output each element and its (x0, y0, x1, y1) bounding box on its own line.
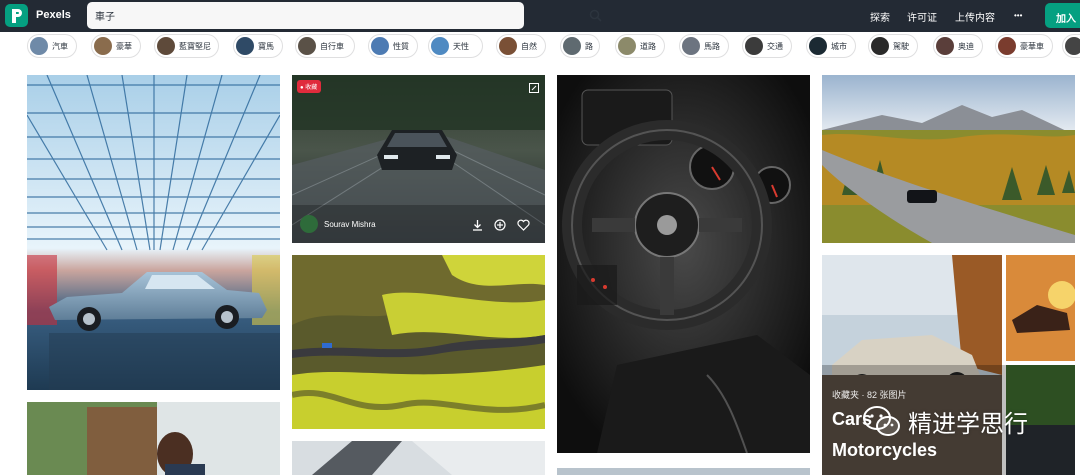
chip-label: 路 (585, 42, 593, 51)
chip-label: 豪華車 (1020, 42, 1044, 51)
chip-label: 道路 (640, 42, 656, 51)
download-icon[interactable] (472, 219, 483, 231)
collect-badge[interactable]: ● 收藏 (297, 80, 322, 93)
pexels-logo-icon (11, 8, 22, 23)
search-icon[interactable] (589, 9, 602, 22)
photo-car-interior-2-image (292, 441, 545, 475)
chip-thumbnail (871, 37, 889, 55)
more-menu-button[interactable]: ••• (1014, 11, 1022, 20)
chip-thumbnail (431, 37, 449, 55)
chip-thumbnail (809, 37, 827, 55)
photo-ceiling-car[interactable] (27, 75, 280, 390)
search-chip[interactable]: 藍寶堅尼 (154, 34, 219, 58)
chip-thumbnail (682, 37, 700, 55)
chip-thumbnail (1065, 37, 1080, 55)
chip-thumbnail (371, 37, 389, 55)
search-chip[interactable]: 性質 (368, 34, 418, 58)
chip-label: 駕駛 (893, 42, 909, 51)
chip-label: 馬路 (704, 42, 720, 51)
search-chip[interactable]: 馬路 (679, 34, 729, 58)
collect-badge-label: 收藏 (305, 85, 318, 91)
photo-aerial-road-forest-image (292, 255, 545, 429)
photo-ceiling-car-image (27, 75, 280, 390)
collection-meta: 收藏夹 · 82 张图片 (832, 390, 907, 400)
chip-label: 藍寶堅尼 (179, 42, 211, 51)
search-chip[interactable]: 寶馬 (233, 34, 283, 58)
watermark: 精进学思行 (862, 404, 1028, 439)
expand-icon[interactable] (529, 83, 539, 93)
chip-label: 城市 (831, 42, 847, 51)
logo-text[interactable]: Pexels (36, 9, 71, 21)
chip-thumbnail (157, 37, 175, 55)
photo-bottom-col3-image (557, 468, 810, 475)
search-chip[interactable]: 奥迪 (933, 34, 983, 58)
search-chip[interactable]: 自然 (496, 34, 546, 58)
chip-thumbnail (618, 37, 636, 55)
collection-cars-motorcycles[interactable]: 收藏夹 · 82 张图片 Cars Motorcycles (822, 255, 1075, 475)
chip-label: 寶馬 (258, 42, 274, 51)
search-chip[interactable]: 汽車 (27, 34, 77, 58)
search-chip[interactable]: 交通 (742, 34, 792, 58)
chip-thumbnail (499, 37, 517, 55)
photographer-avatar[interactable] (300, 215, 318, 233)
search-chip[interactable]: 城市 (806, 34, 856, 58)
search-chip[interactable] (1062, 34, 1080, 58)
add-to-collection-icon[interactable] (494, 219, 506, 231)
chip-label: 自行車 (320, 42, 344, 51)
pinterest-icon: ● (300, 85, 304, 91)
search-chip[interactable]: 路 (560, 34, 600, 58)
search-chip[interactable]: 駕駛 (868, 34, 918, 58)
chip-label: 天性 (453, 42, 469, 51)
search-chip[interactable]: 自行車 (295, 34, 355, 58)
search-input[interactable] (95, 7, 495, 24)
photo-speeding-car[interactable]: ● 收藏 Sourav Mishra (292, 75, 545, 243)
chip-thumbnail (998, 37, 1016, 55)
photo-man-portrait[interactable] (27, 402, 280, 475)
photo-steering-wheel-image (557, 75, 810, 453)
search-chip[interactable]: 天性 (428, 34, 483, 58)
photo-steering-wheel[interactable] (557, 75, 810, 453)
chip-label: 豪華 (116, 42, 132, 51)
search-chip[interactable]: 道路 (615, 34, 665, 58)
chip-thumbnail (745, 37, 763, 55)
search-chip[interactable]: 豪華車 (995, 34, 1053, 58)
search-bar[interactable] (87, 2, 602, 29)
nav-license[interactable]: 许可证 (907, 9, 937, 24)
chip-label: 奥迪 (958, 42, 974, 51)
chip-label: 性質 (393, 42, 409, 51)
chip-thumbnail (236, 37, 254, 55)
photo-car-interior-2[interactable] (292, 441, 545, 475)
photographer-name[interactable]: Sourav Mishra (324, 220, 376, 229)
chip-label: 汽車 (52, 42, 68, 51)
collection-title-line2: Motorcycles (832, 440, 938, 460)
pexels-logo[interactable] (5, 4, 28, 27)
chip-thumbnail (298, 37, 316, 55)
chip-thumbnail (94, 37, 112, 55)
photo-man-portrait-image (27, 402, 280, 475)
chip-label: 自然 (521, 42, 537, 51)
top-navbar: Pexels 探索 许可证 上传内容 ••• 加入 (0, 0, 1080, 32)
photo-bottom-col3[interactable] (557, 465, 810, 475)
search-chip[interactable]: 豪華 (91, 34, 141, 58)
photo-mountain-road-image (822, 75, 1075, 243)
photo-mountain-road[interactable] (822, 75, 1075, 243)
related-search-chips: 汽車 豪華 藍寶堅尼 寶馬 自行車 性質 天性 自然 路 道路 馬路 交通 城市 駕駛 奥迪 豪華車 (0, 34, 1080, 60)
nav-explore[interactable]: 探索 (870, 9, 890, 24)
wechat-icon (863, 405, 900, 436)
photo-aerial-road-forest[interactable] (292, 255, 545, 429)
like-heart-icon[interactable] (517, 219, 530, 231)
chip-thumbnail (563, 37, 581, 55)
chip-thumbnail (30, 37, 48, 55)
photo-speeding-car-image (292, 75, 545, 243)
chip-thumbnail (936, 37, 954, 55)
watermark-text: 精进学思行 (908, 411, 1028, 438)
nav-upload[interactable]: 上传内容 (955, 9, 995, 24)
chip-label: 交通 (767, 42, 783, 51)
join-button[interactable]: 加入 (1045, 3, 1080, 28)
